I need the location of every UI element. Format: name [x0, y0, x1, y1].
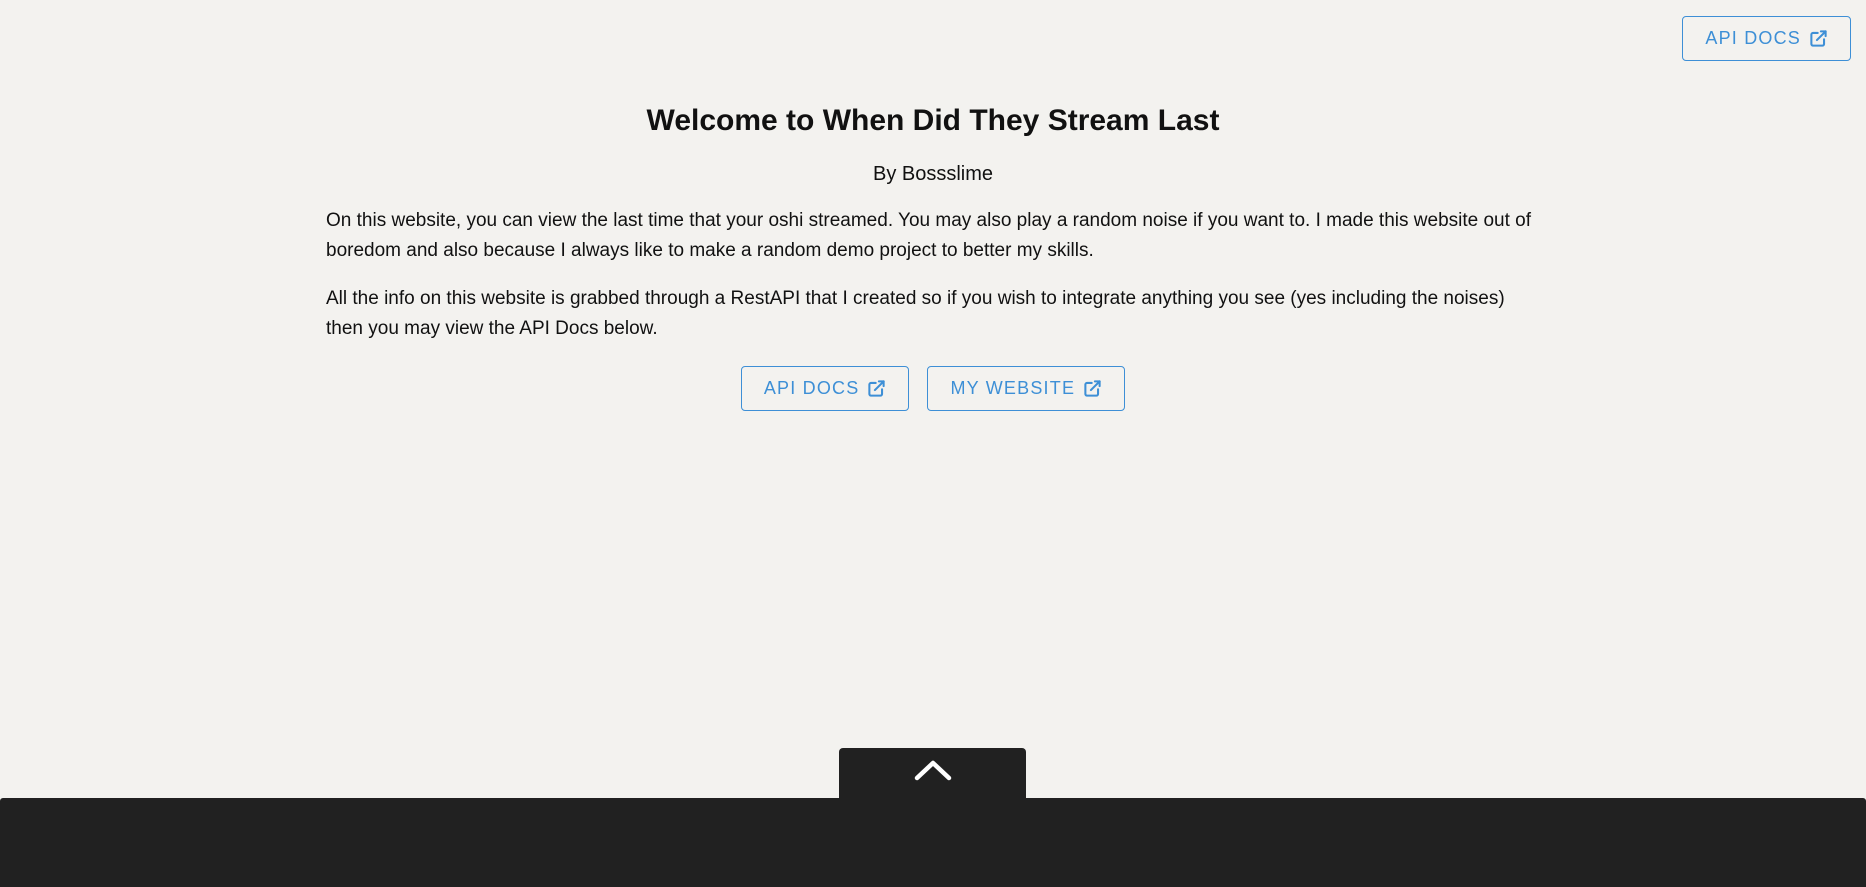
external-link-icon	[868, 380, 886, 397]
hero-button-row: API DOCS MY WEBSITE	[326, 366, 1540, 411]
bottom-drawer	[0, 798, 1866, 887]
page: API DOCS Welcome to When Did They Stream…	[0, 0, 1866, 887]
external-link-icon	[1810, 30, 1827, 47]
header-api-docs-label: API DOCS	[1705, 28, 1801, 48]
api-docs-button[interactable]: API DOCS	[740, 366, 910, 411]
author-byline: By Bossslime	[872, 163, 994, 185]
my-website-button[interactable]: MY WEBSITE	[927, 366, 1126, 411]
my-website-label: MY WEBSITE	[950, 378, 1076, 398]
drawer-toggle-button[interactable]	[839, 748, 1026, 800]
external-link-icon	[1084, 380, 1101, 397]
page-title: Welcome to When Did They Stream Last	[646, 104, 1220, 137]
api-info-paragraph: All the info on this website is grabbed …	[326, 288, 1505, 339]
hero-section: Welcome to When Did They Stream Last By …	[326, 100, 1540, 411]
header-api-docs-button[interactable]: API DOCS	[1682, 16, 1851, 61]
intro-paragraph: On this website, you can view the last t…	[326, 210, 1532, 261]
chevron-up-icon	[914, 760, 951, 781]
api-docs-label: API DOCS	[763, 378, 860, 398]
